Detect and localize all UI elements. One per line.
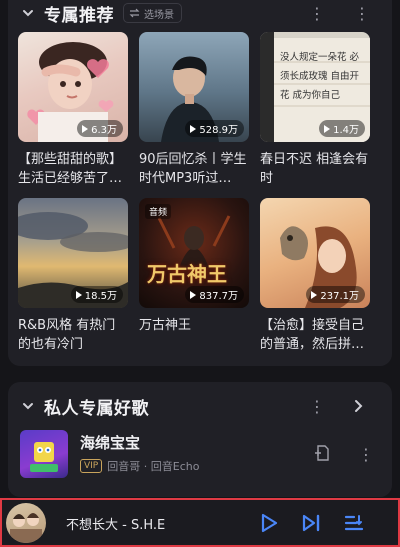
more-options-icon[interactable]: ⋮ xyxy=(309,4,325,23)
play-icon[interactable] xyxy=(258,512,280,534)
next-track-icon[interactable] xyxy=(300,512,322,534)
more-options-icon-2[interactable]: ⋮ xyxy=(354,4,370,23)
now-playing-text: 不想长大 - S.H.E xyxy=(66,518,166,533)
song-more-icon[interactable]: ⋮ xyxy=(358,445,374,464)
playlist-cover: 音频 万古神王 837.7万 xyxy=(139,198,249,308)
playlist-title: 春日不迟 相逢会有时 xyxy=(260,152,369,186)
playlist-tile-3[interactable]: 没人规定一朵花 必须长成玫瑰 自由开花 成为你自己 1.4万 春日不迟 相逢会有… xyxy=(260,32,370,188)
player-cover[interactable] xyxy=(6,503,46,543)
section-title: 专属推荐 xyxy=(44,5,114,26)
play-count-badge: 837.7万 xyxy=(185,286,244,303)
song-meta: VIP 回音哥 · 回音Echo xyxy=(80,458,199,474)
playlist-queue-icon[interactable] xyxy=(343,512,365,534)
play-count-badge: 528.9万 xyxy=(185,120,244,137)
collapse-chevron-icon[interactable] xyxy=(20,398,36,414)
chevron-right-icon[interactable] xyxy=(350,398,366,414)
playlist-cover: 没人规定一朵花 必须长成玫瑰 自由开花 成为你自己 1.4万 xyxy=(260,32,370,142)
vip-badge: VIP xyxy=(80,459,103,473)
play-count-badge: 1.4万 xyxy=(319,120,365,137)
section-title: 私人专属好歌 xyxy=(44,398,149,419)
playlist-cover: 6.3万 xyxy=(18,32,128,142)
collapse-chevron-icon[interactable] xyxy=(20,5,36,21)
private-header: 私人专属好歌 ⋮ xyxy=(8,393,392,419)
private-songs-card: 私人专属好歌 ⋮ 海绵宝宝 VIP 回音哥 · 回音Echo ⋮ xyxy=(8,382,392,497)
playlist-cover: 237.1万 xyxy=(260,198,370,308)
playlist-tile-6[interactable]: 237.1万 【治愈】接受自己的普通，然后拼… xyxy=(260,198,370,354)
playlist-title: 万古神王 xyxy=(139,318,192,333)
playlist-cover: 18.5万 xyxy=(18,198,128,308)
song-cover xyxy=(20,430,68,478)
scene-label: 选场景 xyxy=(144,9,174,21)
recommend-header: 专属推荐 选场景 ⋮ ⋮ xyxy=(8,0,392,26)
playlist-title: 【治愈】接受自己的普通，然后拼… xyxy=(260,318,365,352)
recommend-card: 专属推荐 选场景 ⋮ ⋮ 6.3万 【那些甜甜的歌】生活已经够苦了… 528.9… xyxy=(8,0,392,366)
playlist-tile-4[interactable]: 18.5万 R&B风格 有热门的也有冷门 xyxy=(18,198,128,354)
play-count-badge: 18.5万 xyxy=(70,286,123,303)
mini-player[interactable]: 不想长大 - S.H.E xyxy=(0,498,400,547)
cover-handwriting: 没人规定一朵花 必须长成玫瑰 自由开花 成为你自己 xyxy=(280,52,360,101)
play-count-badge: 237.1万 xyxy=(306,286,365,303)
playlist-tile-5[interactable]: 音频 万古神王 837.7万 万古神王 xyxy=(139,198,249,335)
cover-title-art: 万古神王 xyxy=(147,262,227,286)
select-scene-button[interactable]: 选场景 xyxy=(123,3,182,23)
playlist-tile-1[interactable]: 6.3万 【那些甜甜的歌】生活已经够苦了… xyxy=(18,32,128,188)
more-options-icon[interactable]: ⋮ xyxy=(309,397,325,416)
playlist-cover: 528.9万 xyxy=(139,32,249,142)
playlist-title: 90后回忆杀丨学生时代MP3听过… xyxy=(139,152,247,186)
playlist-title: 【那些甜甜的歌】生活已经够苦了… xyxy=(18,152,123,186)
switch-icon xyxy=(129,8,140,18)
play-count-badge: 6.3万 xyxy=(77,120,123,137)
audio-badge: 音频 xyxy=(145,204,172,219)
song-title: 海绵宝宝 xyxy=(80,434,141,452)
song-row[interactable]: 海绵宝宝 VIP 回音哥 · 回音Echo ⋮ xyxy=(20,430,380,480)
add-to-playlist-icon[interactable] xyxy=(312,444,330,462)
song-artist: 回音哥 · 回音Echo xyxy=(107,460,200,473)
playlist-title: R&B风格 有热门的也有冷门 xyxy=(18,318,116,352)
playlist-tile-2[interactable]: 528.9万 90后回忆杀丨学生时代MP3听过… xyxy=(139,32,249,188)
